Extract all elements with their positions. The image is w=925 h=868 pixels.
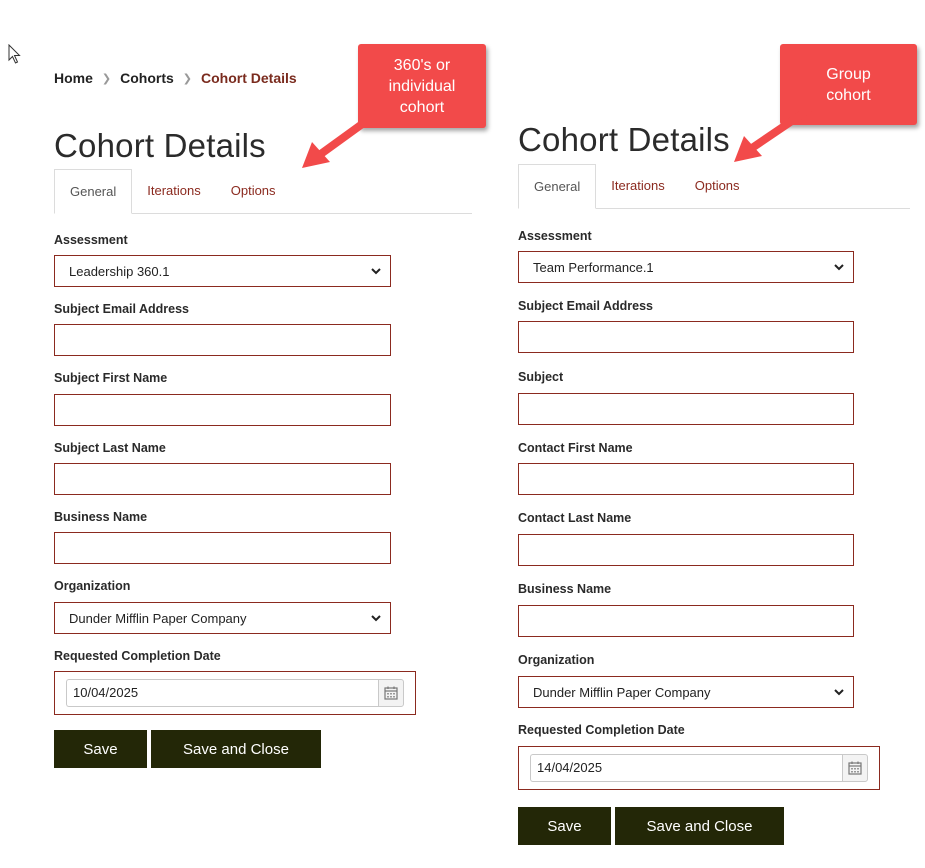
page-title: Cohort Details: [518, 121, 730, 158]
contact-last-name-label: Contact Last Name: [518, 511, 632, 525]
calendar-icon: [384, 686, 398, 700]
subject-last-name-label: Subject Last Name: [54, 441, 166, 455]
calendar-icon: [848, 761, 862, 775]
subject-first-name-input[interactable]: [54, 394, 391, 426]
business-name-field: Business Name: [518, 582, 611, 596]
save-and-close-button[interactable]: Save and Close: [615, 807, 784, 845]
assessment-label: Assessment: [518, 229, 592, 243]
chevron-down-icon: [371, 615, 381, 622]
tab-iterations[interactable]: Iterations: [132, 169, 215, 213]
individual-cohort-callout-text: 360's or individual cohort: [388, 56, 456, 116]
chevron-down-icon: [834, 689, 844, 696]
completion-date-label: Requested Completion Date: [54, 649, 221, 663]
organization-label: Organization: [54, 579, 131, 593]
subject-email-input[interactable]: [518, 321, 854, 353]
tab-general[interactable]: General: [54, 169, 133, 214]
assessment-label: Assessment: [54, 233, 128, 247]
completion-date-container: 14/04/2025: [518, 746, 880, 790]
assessment-select[interactable]: Leadership 360.1: [54, 255, 391, 287]
subject-last-name-field: Subject Last Name: [54, 441, 166, 455]
individual-cohort-form: Cohort Details General Iterations Option…: [54, 0, 474, 868]
completion-date-label: Requested Completion Date: [518, 723, 685, 737]
completion-date-input[interactable]: 10/04/2025: [66, 679, 378, 707]
subject-field: Subject: [518, 370, 563, 384]
tab-bar: General Iterations Options: [54, 169, 472, 214]
tab-bar: General Iterations Options: [518, 164, 910, 209]
completion-date-container: 10/04/2025: [54, 671, 416, 715]
chevron-down-icon: [834, 264, 844, 271]
assessment-field: Assessment: [518, 229, 592, 243]
contact-last-name-input[interactable]: [518, 534, 854, 566]
contact-last-name-field: Contact Last Name: [518, 511, 631, 525]
subject-email-field: Subject Email Address: [54, 302, 189, 316]
subject-email-label: Subject Email Address: [54, 302, 189, 316]
organization-field: Organization: [518, 653, 594, 667]
calendar-button[interactable]: [378, 679, 404, 707]
business-name-label: Business Name: [54, 510, 148, 524]
save-button[interactable]: Save: [518, 807, 611, 845]
callout-arrow-icon: [734, 106, 812, 162]
contact-first-name-field: Contact First Name: [518, 441, 633, 455]
chevron-down-icon: [371, 268, 381, 275]
calendar-button[interactable]: [842, 754, 868, 782]
contact-first-name-input[interactable]: [518, 463, 854, 495]
save-and-close-button[interactable]: Save and Close: [151, 730, 321, 768]
subject-first-name-field: Subject First Name: [54, 371, 167, 385]
organization-selected-value: Dunder Mifflin Paper Company: [69, 610, 247, 626]
group-cohort-callout-text: Group cohort: [826, 65, 871, 104]
tab-options[interactable]: Options: [216, 169, 291, 213]
tab-options[interactable]: Options: [680, 164, 755, 208]
organization-select[interactable]: Dunder Mifflin Paper Company: [54, 602, 391, 634]
contact-first-name-label: Contact First Name: [518, 441, 633, 455]
subject-input[interactable]: [518, 393, 854, 425]
assessment-field: Assessment: [54, 233, 128, 247]
tab-general[interactable]: General: [518, 164, 597, 209]
subject-label: Subject: [518, 370, 564, 384]
organization-label: Organization: [518, 653, 595, 667]
group-cohort-form: Cohort Details General Iterations Option…: [518, 0, 918, 868]
callout-arrow-icon: [302, 110, 380, 168]
subject-email-input[interactable]: [54, 324, 391, 356]
business-name-input[interactable]: [518, 605, 854, 637]
assessment-select[interactable]: Team Performance.1: [518, 251, 854, 283]
organization-selected-value: Dunder Mifflin Paper Company: [533, 684, 711, 700]
business-name-field: Business Name: [54, 510, 147, 524]
mouse-pointer-icon: [8, 44, 21, 64]
organization-select[interactable]: Dunder Mifflin Paper Company: [518, 676, 854, 708]
assessment-selected-value: Leadership 360.1: [69, 263, 170, 279]
subject-first-name-label: Subject First Name: [54, 371, 168, 385]
page-title: Cohort Details: [54, 127, 266, 164]
tab-iterations[interactable]: Iterations: [596, 164, 679, 208]
organization-field: Organization: [54, 579, 130, 593]
subject-email-label: Subject Email Address: [518, 299, 653, 313]
completion-date-field: Requested Completion Date: [54, 649, 221, 663]
subject-email-field: Subject Email Address: [518, 299, 653, 313]
save-button[interactable]: Save: [54, 730, 147, 768]
subject-last-name-input[interactable]: [54, 463, 391, 495]
business-name-input[interactable]: [54, 532, 391, 564]
assessment-selected-value: Team Performance.1: [533, 259, 654, 275]
completion-date-field: Requested Completion Date: [518, 723, 685, 737]
completion-date-input[interactable]: 14/04/2025: [530, 754, 842, 782]
business-name-label: Business Name: [518, 582, 612, 596]
